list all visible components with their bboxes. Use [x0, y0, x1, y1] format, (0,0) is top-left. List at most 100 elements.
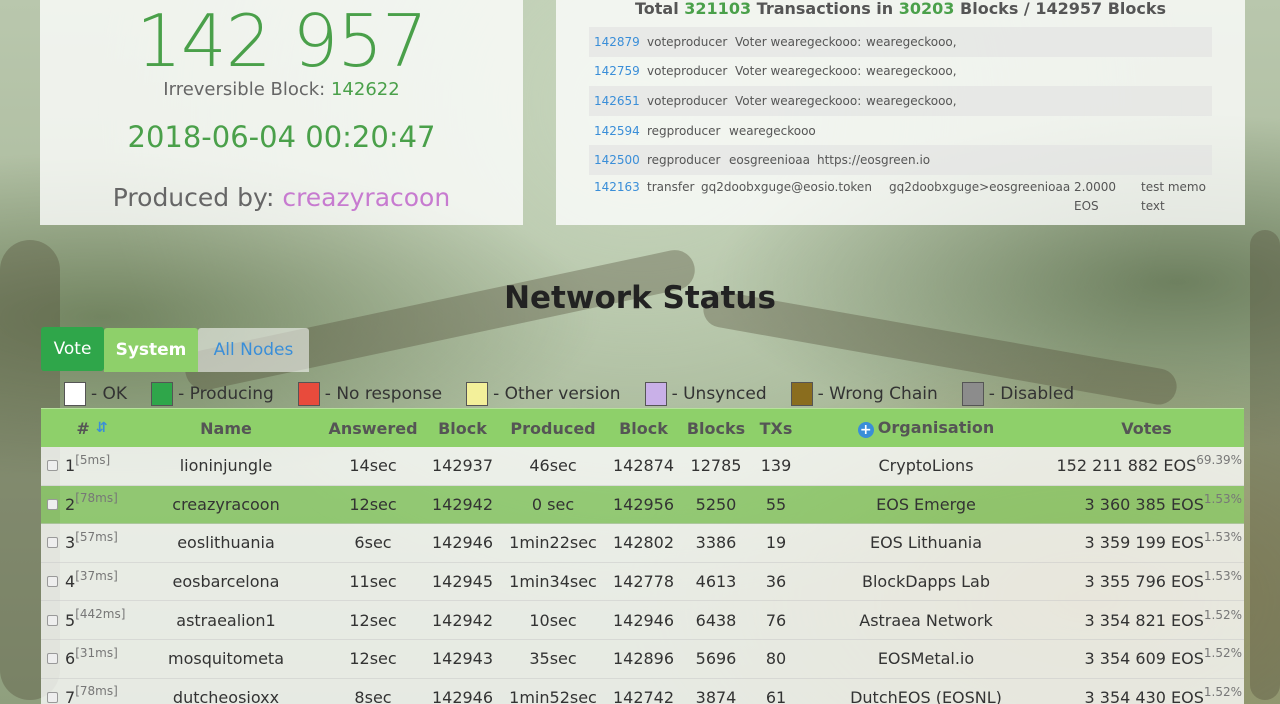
row-checkbox[interactable]: [47, 537, 58, 549]
produced: 35sec: [529, 649, 577, 669]
latency: [57ms]: [75, 529, 118, 544]
legend-swatch: [961, 382, 984, 406]
blocks: 3874: [695, 687, 737, 704]
header-answered[interactable]: Answered: [321, 419, 425, 438]
tx-row: 142651 voteproducer Voter wearegeckooo: …: [589, 86, 1212, 116]
tab-all-nodes[interactable]: All Nodes: [198, 328, 309, 372]
organisation[interactable]: EOS Emerge: [801, 495, 1051, 514]
tx-field: Voter wearegeckooo:: [735, 34, 862, 49]
votes: 3 359 199 EOS1.53%: [1051, 530, 1244, 553]
legend-item-ok: - OK: [64, 382, 127, 406]
legend-item-no-response: - No response: [297, 382, 443, 406]
txs: 80: [765, 649, 787, 669]
table-row: 3 [57ms] eoslithuania 6sec 142946 1min22s…: [41, 524, 1244, 563]
tx-block-link[interactable]: 142879: [594, 35, 647, 49]
organisation[interactable]: EOS Lithuania: [801, 533, 1051, 552]
sort-icon[interactable]: ⇵: [96, 420, 108, 436]
tx-field: eosgreenioaa: [729, 153, 811, 168]
header-votes[interactable]: Votes: [1051, 419, 1244, 438]
produced-by: Produced by: creazyracoon: [40, 183, 523, 212]
legend-swatch: [151, 382, 174, 406]
txs: 36: [765, 572, 787, 592]
row-checkbox[interactable]: [47, 576, 58, 588]
header-blocks[interactable]: Blocks: [681, 419, 751, 438]
tx-action: transfer: [647, 179, 695, 194]
legend-label: - Producing: [178, 384, 274, 404]
producer-name[interactable]: astraealion1: [131, 611, 321, 630]
tx-block-link[interactable]: 142163: [594, 178, 647, 197]
votes-percent: 1.52%: [1203, 607, 1242, 622]
block: 142946: [431, 687, 494, 704]
producer-name[interactable]: creazyracoon: [131, 495, 321, 514]
row-checkbox[interactable]: [47, 691, 58, 703]
table-row: 4 [37ms] eosbarcelona 11sec 142945 1min34…: [41, 562, 1244, 602]
organisation[interactable]: CryptoLions: [801, 456, 1051, 475]
table-row: 7 [78ms] dutcheosioxx 8sec 142946 1min52s…: [41, 678, 1244, 704]
votes-value: 3 355 796 EOS: [1084, 572, 1204, 592]
blocks: 5250: [695, 494, 737, 514]
header-block2[interactable]: Block: [606, 419, 681, 438]
producer-name[interactable]: eoslithuania: [131, 533, 321, 552]
tx-block-link[interactable]: 142651: [594, 94, 647, 108]
tx-action: regproducer: [647, 153, 721, 168]
organisation[interactable]: Astraea Network: [801, 611, 1051, 630]
block2: 142956: [612, 494, 675, 514]
legend-label: - No response: [324, 384, 443, 404]
header-txs[interactable]: TXs: [751, 419, 801, 438]
legend-label: - Other version: [493, 384, 621, 404]
votes-value: 3 359 199 EOS: [1084, 533, 1204, 553]
answered: 6sec: [354, 533, 392, 553]
tx-block-link[interactable]: 142594: [594, 124, 647, 138]
producer-name[interactable]: mosquitometa: [131, 649, 321, 668]
header-rank[interactable]: # ⇵: [41, 419, 131, 438]
rank: 1: [65, 456, 76, 476]
expand-plus-icon[interactable]: +: [857, 422, 874, 438]
tx-row: 142594 regproducer wearegeckooo: [589, 116, 1212, 146]
latency: [442ms]: [75, 607, 126, 622]
votes-value: 152 211 882 EOS: [1056, 456, 1197, 476]
legend-swatch: [297, 382, 320, 406]
latency: [78ms]: [75, 491, 118, 506]
header-name[interactable]: Name: [131, 419, 321, 438]
tab-system[interactable]: System: [104, 328, 198, 372]
summary-mid: Transactions in: [756, 0, 894, 18]
producer-link[interactable]: creazyracoon: [282, 183, 450, 212]
network-status-title: Network Status: [504, 280, 776, 316]
tx-block-link[interactable]: 142759: [594, 64, 647, 78]
produced: 1min22sec: [509, 533, 597, 553]
header-block[interactable]: Block: [425, 419, 500, 438]
latency: [5ms]: [75, 452, 111, 467]
txs: 19: [765, 533, 787, 553]
rank-cell: 6 [31ms]: [41, 645, 131, 668]
row-checkbox[interactable]: [47, 653, 58, 665]
tx-block-link[interactable]: 142500: [594, 153, 647, 167]
answered: 12sec: [349, 494, 397, 514]
block2: 142742: [612, 687, 675, 704]
blocks: 12785: [690, 456, 742, 476]
tab-vote[interactable]: Vote: [41, 327, 104, 371]
row-checkbox[interactable]: [47, 614, 58, 626]
produced: 0 sec: [531, 494, 575, 514]
row-checkbox[interactable]: [47, 498, 58, 510]
blocks: 6438: [695, 610, 737, 630]
transactions-panel: Total 321103 Transactions in 30203 Block…: [556, 0, 1245, 225]
blocks: 3386: [695, 533, 737, 553]
block2: 142896: [612, 649, 675, 669]
row-checkbox[interactable]: [47, 460, 58, 472]
latency: [31ms]: [75, 645, 118, 660]
rank-cell: 2 [78ms]: [41, 491, 131, 514]
tx-field: gq2doobxguge>eosgreenioaa: [889, 179, 1071, 194]
organisation[interactable]: EOSMetal.io: [801, 649, 1051, 668]
tx-memo-line: text: [1141, 198, 1165, 213]
blocks: 4613: [695, 572, 737, 592]
producer-name[interactable]: eosbarcelona: [131, 572, 321, 591]
tx-amount-value: 2.0000: [1074, 179, 1116, 194]
organisation[interactable]: DutchEOS (EOSNL): [801, 688, 1051, 704]
votes: 152 211 882 EOS69.39%: [1051, 453, 1244, 476]
producer-name[interactable]: lioninjungle: [131, 456, 321, 475]
header-produced[interactable]: Produced: [500, 419, 606, 438]
header-organisation[interactable]: + Organisation: [801, 418, 1051, 438]
votes: 3 354 609 EOS1.52%: [1051, 646, 1244, 668]
organisation[interactable]: BlockDapps Lab: [801, 572, 1051, 591]
producer-name[interactable]: dutcheosioxx: [131, 688, 321, 704]
